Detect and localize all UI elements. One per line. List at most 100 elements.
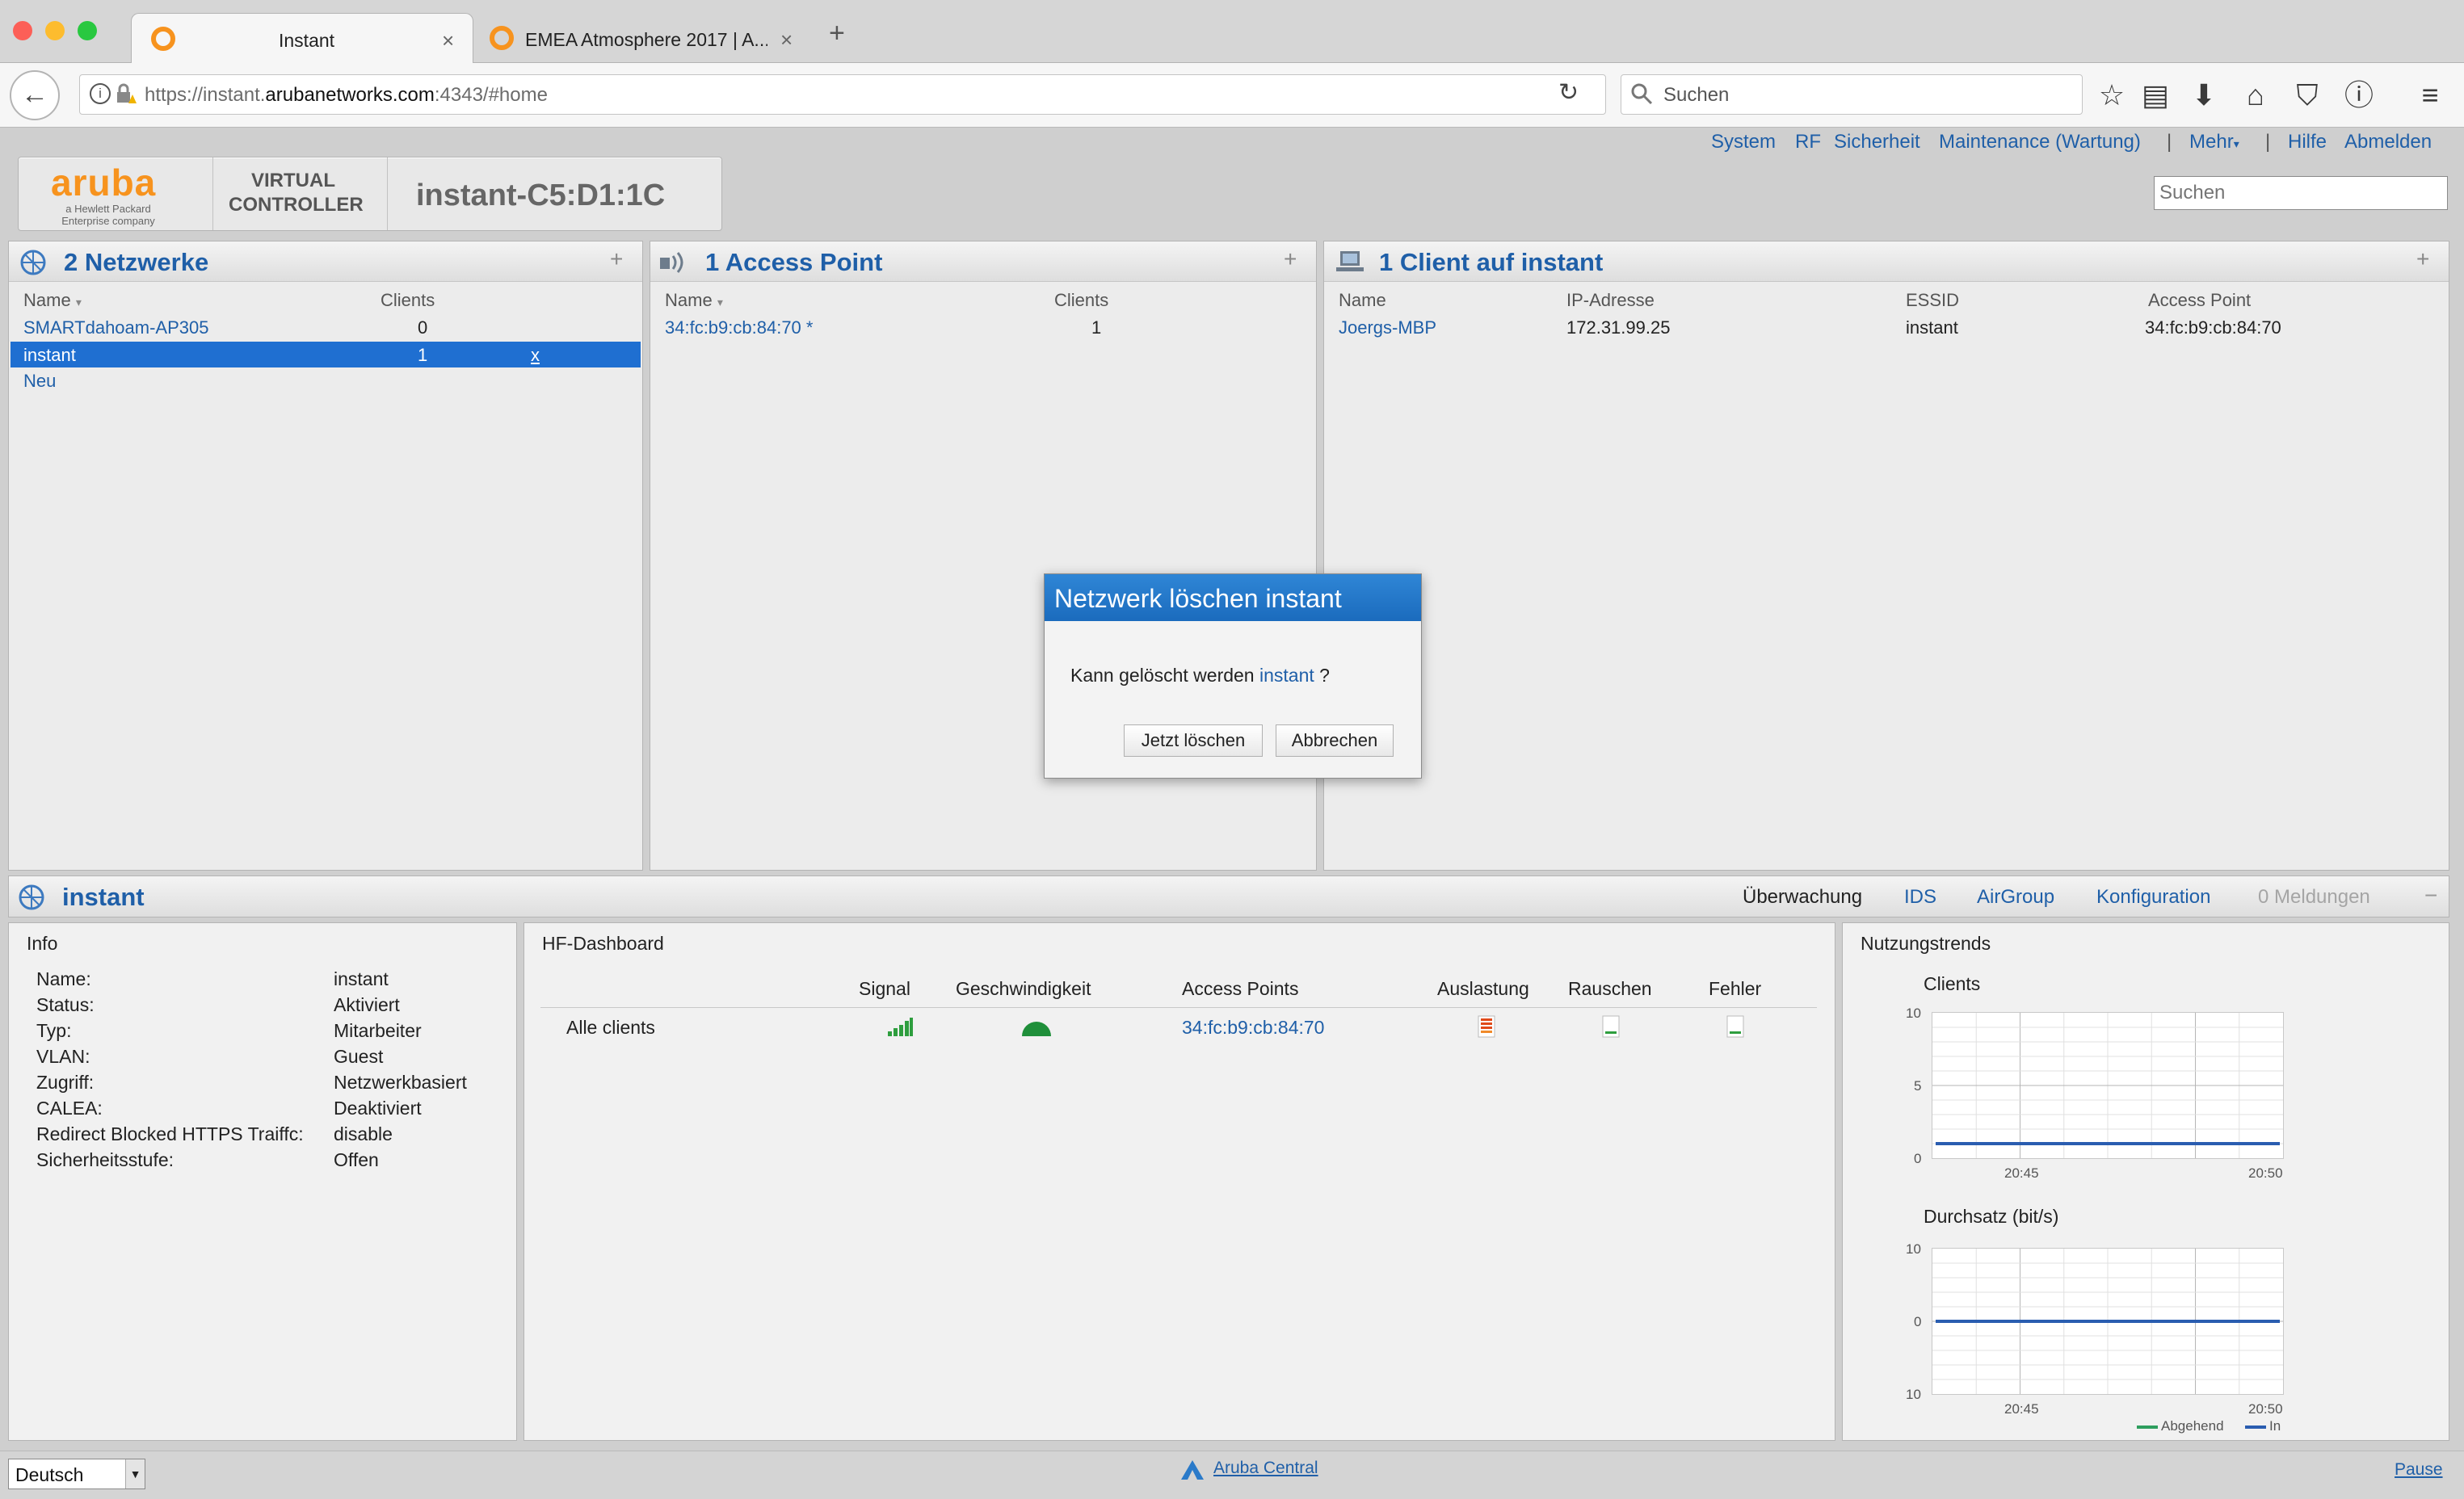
- tab-alerts[interactable]: 0 Meldungen: [2258, 886, 2370, 909]
- info-icon[interactable]: i: [90, 83, 111, 104]
- info-value: disable: [334, 1123, 393, 1144]
- y-tick: 0: [1914, 1151, 1922, 1166]
- browser-search-input[interactable]: Suchen: [1621, 74, 2083, 115]
- menu-icon[interactable]: ≡: [2412, 78, 2448, 113]
- insecure-lock-icon[interactable]: [116, 83, 138, 104]
- minimize-window-button[interactable]: [45, 21, 65, 40]
- nav-logout[interactable]: Abmelden: [2344, 131, 2432, 153]
- pocket-icon[interactable]: ⛉: [2290, 78, 2325, 113]
- tab-title: EMEA Atmosphere 2017 | A...: [525, 29, 767, 50]
- signal-strength-icon: [886, 1017, 914, 1042]
- col-ip[interactable]: IP-Adresse: [1566, 290, 1655, 311]
- nav-rf[interactable]: RF: [1795, 131, 1821, 153]
- tab-emea[interactable]: EMEA Atmosphere 2017 | A... ×: [483, 13, 809, 63]
- col-name[interactable]: Name: [1339, 290, 1386, 311]
- aruba-central-link[interactable]: Aruba Central: [1213, 1459, 1318, 1478]
- logo-subtitle: a Hewlett Packard Enterprise company: [61, 203, 155, 227]
- access-point-row-clients: 1: [1091, 317, 1102, 338]
- chevron-down-icon[interactable]: ▼: [125, 1459, 145, 1489]
- nav-system[interactable]: System: [1711, 131, 1776, 153]
- info-value: Netzwerkbasiert: [334, 1072, 467, 1093]
- tab-configuration[interactable]: Konfiguration: [2096, 886, 2210, 909]
- collapse-button[interactable]: −: [2424, 883, 2437, 909]
- shield-icon[interactable]: ⓘ: [2341, 78, 2377, 113]
- bookmark-star-icon[interactable]: ☆: [2094, 78, 2130, 113]
- rf-access-point-link[interactable]: 34:fc:b9:cb:84:70: [1182, 1017, 1324, 1039]
- close-tab-icon[interactable]: ×: [442, 28, 454, 53]
- download-icon[interactable]: ⬇: [2186, 78, 2222, 113]
- col-signal: Signal: [859, 978, 910, 999]
- reading-list-icon[interactable]: ▤: [2138, 78, 2173, 113]
- nav-more[interactable]: Mehr▾: [2189, 131, 2239, 153]
- info-value: Deaktiviert: [334, 1098, 422, 1119]
- nav-maintenance[interactable]: Maintenance (Wartung): [1939, 131, 2141, 153]
- client-row-essid: instant: [1906, 317, 1958, 338]
- legend-out: Abgehend: [2161, 1418, 2224, 1434]
- chart-svg: [1932, 1013, 2283, 1158]
- confirm-delete-button[interactable]: Jetzt löschen: [1124, 724, 1263, 757]
- new-tab-button[interactable]: +: [829, 18, 845, 49]
- app-search-input[interactable]: [2154, 176, 2448, 210]
- clients-title: 1 Client auf instant: [1379, 248, 1604, 276]
- col-essid[interactable]: ESSID: [1906, 290, 1959, 311]
- rf-row-label: Alle clients: [566, 1017, 655, 1038]
- dialog-message: Kann gelöscht werden instant ?: [1070, 665, 1330, 686]
- network-row-name[interactable]: SMARTdahoam-AP305: [23, 317, 209, 338]
- delete-network-button[interactable]: x: [531, 345, 540, 366]
- search-icon: [1629, 82, 1654, 110]
- col-clients[interactable]: Clients: [381, 290, 435, 311]
- throughput-chart: [1932, 1248, 2284, 1395]
- col-name[interactable]: Name ▾: [23, 290, 82, 311]
- tab-airgroup[interactable]: AirGroup: [1977, 886, 2054, 909]
- tab-instant[interactable]: Instant ×: [131, 13, 473, 63]
- search-placeholder: Suchen: [1663, 84, 1730, 106]
- pause-link[interactable]: Pause: [2395, 1460, 2443, 1480]
- col-name[interactable]: Name ▾: [665, 290, 723, 311]
- network-icon: [17, 883, 46, 916]
- dialog-network-link[interactable]: instant: [1259, 665, 1314, 686]
- access-point-row-name[interactable]: 34:fc:b9:cb:84:70 *: [665, 317, 813, 338]
- aruba-central-icon: [1179, 1459, 1205, 1485]
- back-button[interactable]: ←: [10, 70, 60, 120]
- new-network-link[interactable]: Neu: [23, 371, 56, 392]
- nav-security[interactable]: Sicherheit: [1834, 131, 1920, 153]
- network-row-selected[interactable]: [11, 342, 641, 367]
- usage-trends-title: Nutzungstrends: [1861, 933, 1991, 954]
- speed-gauge-icon: [1020, 1018, 1053, 1042]
- close-window-button[interactable]: [13, 21, 32, 40]
- cancel-button[interactable]: Abbrechen: [1276, 724, 1394, 757]
- separator: |: [2265, 131, 2271, 153]
- language-select[interactable]: Deutsch ▼: [8, 1459, 145, 1489]
- legend-in: In: [2269, 1418, 2281, 1434]
- add-network-button[interactable]: +: [610, 246, 623, 272]
- separator: |: [2167, 131, 2172, 153]
- info-value: Offen: [334, 1149, 379, 1170]
- networks-panel-header: 2 Netzwerke +: [9, 241, 642, 282]
- url-bar[interactable]: i https://instant.arubanetworks.com:4343…: [79, 74, 1606, 115]
- access-points-title: 1 Access Point: [705, 248, 883, 276]
- col-clients[interactable]: Clients: [1054, 290, 1108, 311]
- divider: [212, 157, 213, 230]
- col-access-points: Access Points: [1182, 978, 1299, 999]
- info-key: Zugriff:: [36, 1072, 95, 1093]
- nav-help[interactable]: Hilfe: [2288, 131, 2327, 153]
- close-tab-icon[interactable]: ×: [780, 27, 793, 52]
- add-client-button[interactable]: +: [2416, 246, 2429, 272]
- language-selected: Deutsch: [15, 1464, 84, 1485]
- reload-icon[interactable]: ↻: [1558, 78, 1579, 107]
- throughput-chart-title: Durchsatz (bit/s): [1924, 1206, 2059, 1227]
- col-speed: Geschwindigkeit: [956, 978, 1091, 999]
- col-access-point[interactable]: Access Point: [2148, 290, 2251, 311]
- home-icon[interactable]: ⌂: [2238, 78, 2273, 113]
- x-tick: 20:50: [2248, 1165, 2283, 1181]
- tab-ids[interactable]: IDS: [1904, 886, 1936, 909]
- add-access-point-button[interactable]: +: [1284, 246, 1297, 272]
- network-row-name[interactable]: instant: [23, 345, 76, 366]
- info-value: Guest: [334, 1046, 384, 1067]
- divider: [387, 157, 388, 230]
- info-key: Sicherheitsstufe:: [36, 1149, 174, 1170]
- detail-title: instant: [62, 883, 145, 911]
- zoom-window-button[interactable]: [78, 21, 97, 40]
- client-row-name[interactable]: Joergs-MBP: [1339, 317, 1436, 338]
- tab-monitoring[interactable]: Überwachung: [1743, 886, 1862, 909]
